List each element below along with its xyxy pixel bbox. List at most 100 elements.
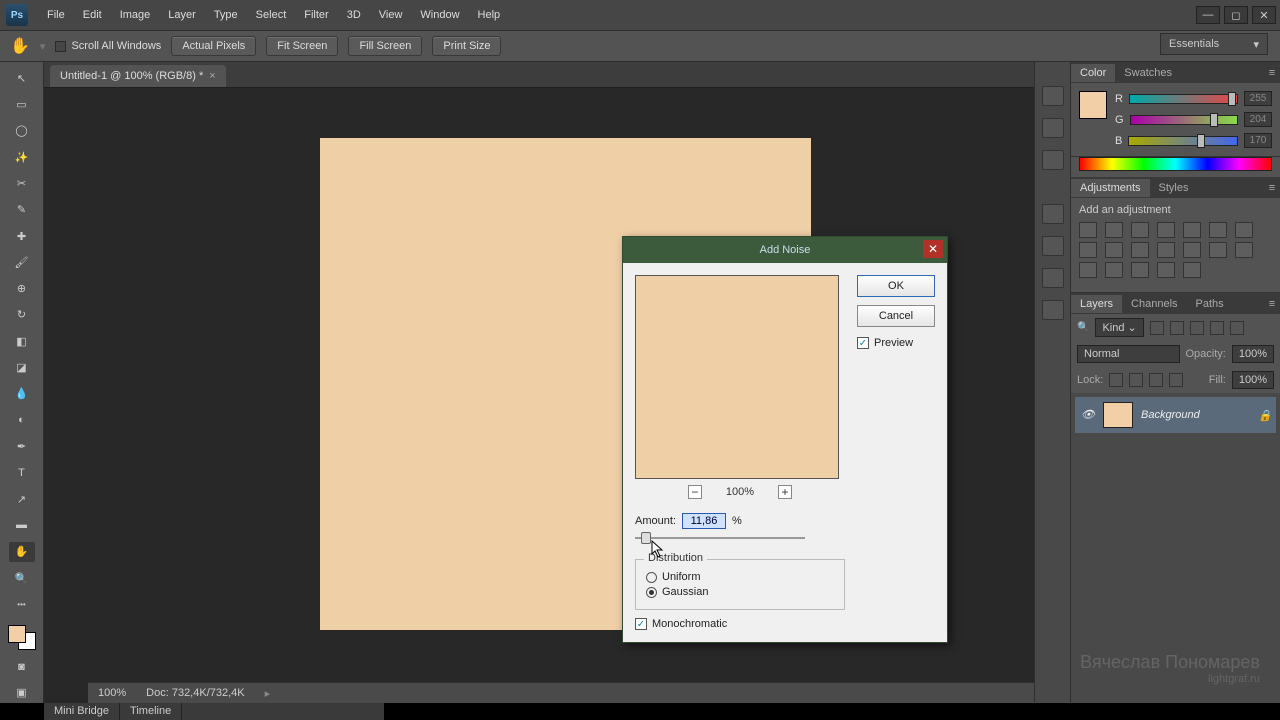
preview-checkbox-row[interactable]: ✓ Preview <box>857 337 935 349</box>
properties-panel-icon[interactable] <box>1042 204 1064 224</box>
menu-window[interactable]: Window <box>411 9 468 21</box>
g-value[interactable]: 204 <box>1244 112 1272 127</box>
zoom-out-button[interactable]: − <box>688 485 702 499</box>
menu-layer[interactable]: Layer <box>159 9 205 21</box>
b-value[interactable]: 170 <box>1244 133 1272 148</box>
noise-preview[interactable] <box>635 275 839 479</box>
hue-icon[interactable] <box>1209 222 1227 238</box>
print-size-button[interactable]: Print Size <box>432 36 501 56</box>
monochromatic-row[interactable]: ✓ Monochromatic <box>635 618 845 630</box>
menu-view[interactable]: View <box>370 9 412 21</box>
tab-paths[interactable]: Paths <box>1187 295 1233 313</box>
lock-transparency-icon[interactable] <box>1109 373 1123 387</box>
tab-color[interactable]: Color <box>1071 64 1115 82</box>
history-brush-tool-icon[interactable]: ↻ <box>9 305 35 325</box>
tab-timeline[interactable]: Timeline <box>120 703 182 720</box>
photo-filter-icon[interactable] <box>1105 242 1123 258</box>
filter-adj-icon[interactable] <box>1170 321 1184 335</box>
brushes-panel-icon[interactable] <box>1042 236 1064 256</box>
quick-mask-icon[interactable]: ◙ <box>9 656 35 676</box>
amount-input[interactable] <box>682 513 726 529</box>
window-minimize-button[interactable]: — <box>1196 6 1220 24</box>
fit-screen-button[interactable]: Fit Screen <box>266 36 338 56</box>
blend-mode-select[interactable]: Normal <box>1077 345 1180 363</box>
ok-button[interactable]: OK <box>857 275 935 297</box>
menu-help[interactable]: Help <box>469 9 510 21</box>
tab-layers[interactable]: Layers <box>1071 295 1122 313</box>
adjustments-panel-menu-icon[interactable]: ≡ <box>1264 180 1280 196</box>
menu-file[interactable]: File <box>38 9 74 21</box>
path-select-tool-icon[interactable]: ↗ <box>9 489 35 509</box>
menu-filter[interactable]: Filter <box>295 9 337 21</box>
zoom-tool-icon[interactable]: 🔍 <box>9 568 35 588</box>
selective-color-icon[interactable] <box>1105 262 1123 278</box>
menu-select[interactable]: Select <box>247 9 296 21</box>
tab-swatches[interactable]: Swatches <box>1115 64 1181 82</box>
threshold-icon[interactable] <box>1235 242 1253 258</box>
opacity-value[interactable]: 100% <box>1232 345 1274 363</box>
preview-checkbox[interactable]: ✓ <box>857 337 869 349</box>
menu-type[interactable]: Type <box>205 9 247 21</box>
brush-tool-icon[interactable]: 🖌 <box>9 252 35 272</box>
screen-mode-icon[interactable]: ▣ <box>9 683 35 703</box>
color-lookup-icon[interactable] <box>1157 242 1175 258</box>
adj-icon-3[interactable] <box>1131 262 1149 278</box>
info-panel-icon[interactable] <box>1042 150 1064 170</box>
pen-tool-icon[interactable]: ✒ <box>9 436 35 456</box>
actions-panel-icon[interactable] <box>1042 118 1064 138</box>
menu-3d[interactable]: 3D <box>338 9 370 21</box>
tab-styles[interactable]: Styles <box>1150 179 1198 197</box>
layer-name[interactable]: Background <box>1141 409 1200 421</box>
dialog-close-button[interactable]: ✕ <box>923 240 943 258</box>
fill-screen-button[interactable]: Fill Screen <box>348 36 422 56</box>
filter-pixel-icon[interactable] <box>1150 321 1164 335</box>
eyedropper-tool-icon[interactable]: ✎ <box>9 200 35 220</box>
window-close-button[interactable]: ✕ <box>1252 6 1276 24</box>
layer-filter-kind[interactable]: Kind ⌄ <box>1095 318 1143 337</box>
zoom-level[interactable]: 100% <box>98 687 126 699</box>
levels-icon[interactable] <box>1105 222 1123 238</box>
dialog-titlebar[interactable]: Add Noise ✕ <box>623 237 947 263</box>
healing-tool-icon[interactable]: ✚ <box>9 226 35 246</box>
doc-info[interactable]: Doc: 732,4K/732,4K <box>146 687 244 699</box>
layer-row-background[interactable]: 👁 Background 🔒 <box>1075 397 1276 433</box>
cancel-button[interactable]: Cancel <box>857 305 935 327</box>
uniform-radio-row[interactable]: Uniform <box>646 571 834 583</box>
g-slider[interactable] <box>1130 115 1238 125</box>
character-panel-icon[interactable] <box>1042 268 1064 288</box>
workspace-switcher[interactable]: Essentials▾ <box>1160 33 1268 55</box>
lasso-tool-icon[interactable]: ◯ <box>9 121 35 141</box>
shape-tool-icon[interactable]: ▬ <box>9 515 35 535</box>
actual-pixels-button[interactable]: Actual Pixels <box>171 36 256 56</box>
paragraph-panel-icon[interactable] <box>1042 300 1064 320</box>
move-tool-icon[interactable]: ↖ <box>9 68 35 88</box>
color-ramp[interactable] <box>1079 157 1272 171</box>
lock-pixels-icon[interactable] <box>1129 373 1143 387</box>
r-slider[interactable] <box>1129 94 1238 104</box>
vibrance-icon[interactable] <box>1183 222 1201 238</box>
menu-edit[interactable]: Edit <box>74 9 111 21</box>
fill-value[interactable]: 100% <box>1232 371 1274 389</box>
filter-type-icon[interactable] <box>1190 321 1204 335</box>
b-slider[interactable] <box>1128 136 1238 146</box>
lock-all-icon[interactable] <box>1169 373 1183 387</box>
bw-icon[interactable] <box>1079 242 1097 258</box>
r-value[interactable]: 255 <box>1244 91 1272 106</box>
tab-adjustments[interactable]: Adjustments <box>1071 179 1150 197</box>
monochromatic-checkbox[interactable]: ✓ <box>635 618 647 630</box>
scroll-all-checkbox[interactable] <box>55 41 66 52</box>
brightness-icon[interactable] <box>1079 222 1097 238</box>
document-tab[interactable]: Untitled-1 @ 100% (RGB/8) * × <box>50 65 226 87</box>
tab-mini-bridge[interactable]: Mini Bridge <box>44 703 120 720</box>
zoom-in-button[interactable]: + <box>778 485 792 499</box>
uniform-radio[interactable] <box>646 572 657 583</box>
stamp-tool-icon[interactable]: ⊕ <box>9 279 35 299</box>
layer-thumbnail[interactable] <box>1103 402 1133 428</box>
invert-icon[interactable] <box>1183 242 1201 258</box>
amount-slider[interactable] <box>635 537 805 539</box>
cb-icon[interactable] <box>1235 222 1253 238</box>
dodge-tool-icon[interactable]: ◐ <box>9 410 35 430</box>
edit-toolbar-icon[interactable]: ••• <box>9 594 35 614</box>
gradient-map-icon[interactable] <box>1079 262 1097 278</box>
type-tool-icon[interactable]: T <box>9 463 35 483</box>
